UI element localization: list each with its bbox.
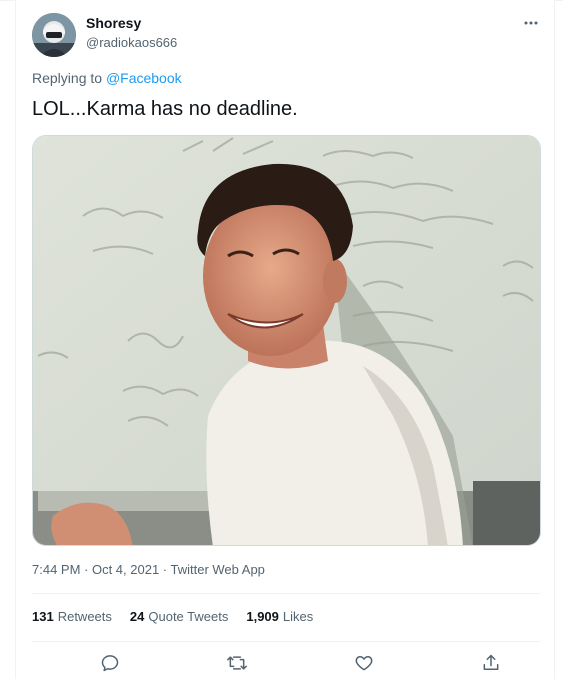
tweet-timestamp[interactable]: 7:44 PM · Oct 4, 2021 · Twitter Web App — [32, 562, 265, 577]
retweets-count: 131 — [32, 609, 54, 624]
replying-to-label: Replying to — [32, 70, 103, 86]
avatar-image — [32, 13, 76, 57]
photo-image — [33, 136, 540, 545]
retweets-label: Retweets — [57, 609, 112, 624]
replying-to-line: Replying to @Facebook — [32, 70, 182, 86]
retweet-icon — [227, 656, 247, 670]
share-icon — [483, 654, 499, 670]
quote-tweets-label: Quote Tweets — [148, 609, 229, 624]
more-horizontal-icon — [524, 21, 538, 25]
stats-divider-top — [32, 593, 540, 594]
reply-icon — [101, 655, 119, 672]
more-options-button[interactable] — [518, 10, 544, 36]
stats-divider-bottom — [32, 641, 540, 642]
quote-tweets-count: 24 — [129, 609, 145, 624]
retweets-stat[interactable]: 131 Retweets — [32, 609, 112, 624]
replying-to-mention[interactable]: @Facebook — [106, 70, 182, 86]
tweet-text: LOL...Karma has no deadline. — [32, 98, 298, 120]
tweet-detail: Shoresy @radiokaos666 Replying to @Faceb… — [15, 0, 555, 679]
likes-stat[interactable]: 1,909 Likes — [246, 609, 313, 624]
display-name[interactable]: Shoresy — [86, 15, 141, 31]
likes-count: 1,909 — [246, 609, 279, 624]
heart-icon — [355, 656, 373, 671]
share-button[interactable] — [478, 650, 504, 676]
retweet-button[interactable] — [224, 650, 250, 676]
action-bar — [32, 648, 540, 678]
tweet-photo[interactable] — [32, 135, 541, 546]
engagement-stats: 131 Retweets 24 Quote Tweets 1,909 Likes — [32, 609, 313, 624]
user-handle[interactable]: @radiokaos666 — [86, 35, 177, 50]
avatar[interactable] — [32, 13, 76, 57]
quote-tweets-stat[interactable]: 24 Quote Tweets — [130, 609, 228, 624]
reply-button[interactable] — [97, 650, 123, 676]
like-button[interactable] — [351, 650, 377, 676]
likes-label: Likes — [282, 609, 314, 624]
